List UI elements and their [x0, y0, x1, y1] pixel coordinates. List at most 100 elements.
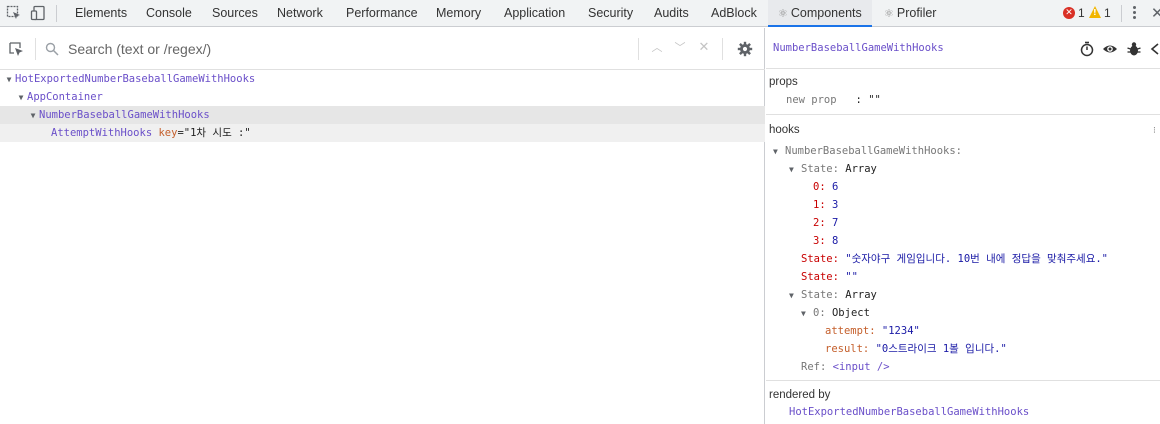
expand-arrow-icon[interactable]: ▼ — [789, 161, 801, 179]
error-count[interactable]: 1 — [1078, 6, 1085, 20]
tab-components-label: Components — [790, 6, 862, 20]
key-attribute-value: "1차 시도 :" — [183, 127, 251, 139]
state-value[interactable]: "숫자야구 게임입니다. 10번 내에 정답을 맞춰주세요." — [845, 253, 1108, 265]
clear-search-icon[interactable]: ✕ — [697, 41, 711, 55]
react-atom-icon: ⚛ — [778, 8, 788, 20]
array-item-row[interactable]: 1: 3 — [813, 196, 838, 214]
expand-arrow-icon[interactable]: ▼ — [773, 143, 785, 161]
section-divider — [766, 380, 1160, 381]
search-divider — [638, 38, 639, 60]
stopwatch-icon[interactable] — [1079, 41, 1095, 57]
array-item-row[interactable]: 2: 7 — [813, 214, 838, 232]
select-component-icon[interactable] — [8, 41, 24, 57]
new-prop-value[interactable]: : "" — [856, 94, 881, 106]
component-name: AppContainer — [27, 91, 103, 103]
hooks-section-title: hooks — [769, 124, 800, 136]
tab-sources[interactable]: Sources — [212, 0, 258, 27]
hook-owner-row[interactable]: ▼ NumberBaseballGameWithHooks: — [773, 142, 962, 160]
warning-mark: ! — [1093, 8, 1097, 17]
view-source-icon[interactable] — [1149, 41, 1160, 57]
tab-application[interactable]: Application — [504, 0, 565, 27]
key-attribute-label: key — [158, 127, 178, 139]
previous-result-icon[interactable]: ︿ — [650, 41, 664, 55]
tab-profiler[interactable]: ⚛ Profiler — [884, 0, 936, 27]
tab-adblock[interactable]: AdBlock — [711, 0, 757, 27]
next-result-icon[interactable]: ﹀ — [673, 41, 687, 55]
tab-elements[interactable]: Elements — [75, 0, 127, 27]
attempt-row[interactable]: attempt: "1234" — [825, 322, 920, 340]
inspect-element-icon[interactable] — [6, 5, 22, 21]
close-devtools-icon[interactable]: ✕ — [1151, 4, 1160, 22]
result-value[interactable]: "0스트라이크 1볼 입니다." — [876, 343, 1007, 355]
state-string-row[interactable]: State: "숫자야구 게임입니다. 10번 내에 정답을 맞춰주세요." — [801, 250, 1108, 268]
tab-network[interactable]: Network — [277, 0, 323, 27]
inspector-header: NumberBaseballGameWithHooks — [766, 28, 1160, 69]
props-section-title: props — [769, 76, 798, 88]
array-value[interactable]: 6 — [832, 181, 838, 193]
tab-memory[interactable]: Memory — [436, 0, 481, 27]
result-row[interactable]: result: "0스트라이크 1볼 입니다." — [825, 340, 1007, 358]
attempt-value[interactable]: "1234" — [882, 325, 920, 337]
tab-audits[interactable]: Audits — [654, 0, 689, 27]
tree-search-bar: ︿ ﹀ ✕ — [0, 28, 765, 70]
array-item-row[interactable]: 3: 8 — [813, 232, 838, 250]
search-icon — [45, 42, 59, 56]
ref-row[interactable]: Ref: <input /> — [801, 358, 890, 376]
bug-icon[interactable] — [1126, 41, 1142, 57]
array-item-row[interactable]: 0: 6 — [813, 178, 838, 196]
copy-hooks-icon[interactable]: ⁝ — [1153, 122, 1156, 140]
device-toolbar-icon[interactable] — [30, 5, 46, 21]
component-name: HotExportedNumberBaseballGameWithHooks — [15, 73, 256, 85]
state-label: State: — [801, 289, 839, 301]
more-options-icon[interactable] — [1133, 6, 1137, 22]
tab-profiler-label: Profiler — [896, 6, 937, 20]
new-prop-row[interactable]: new prop : "" — [786, 91, 881, 109]
array-value[interactable]: 7 — [832, 217, 838, 229]
component-tree: ▼ HotExportedNumberBaseballGameWithHooks … — [0, 70, 765, 142]
array-value[interactable]: 8 — [832, 235, 838, 247]
expand-arrow-icon[interactable]: ▼ — [789, 287, 801, 305]
expand-arrow-icon[interactable]: ▼ — [3, 71, 15, 89]
state-label: State: — [801, 271, 839, 283]
state-empty-row[interactable]: State: "" — [801, 268, 858, 286]
state-label: State: — [801, 253, 839, 265]
array-value[interactable]: 3 — [832, 199, 838, 211]
expand-arrow-icon[interactable]: ▼ — [27, 107, 39, 125]
new-prop-label[interactable]: new prop — [786, 94, 837, 106]
tree-row-attempt-with-hooks[interactable]: AttemptWithHooks key="1차 시도 :" — [0, 124, 765, 142]
expand-arrow-icon[interactable]: ▼ — [801, 305, 813, 323]
search-divider — [35, 38, 36, 60]
ref-label: Ref: — [801, 361, 827, 373]
toolbar-divider — [56, 5, 57, 22]
owner-component-name[interactable]: HotExportedNumberBaseballGameWithHooks — [789, 406, 1029, 418]
toolbar-divider — [1121, 5, 1122, 22]
expand-arrow-icon[interactable]: ▼ — [15, 89, 27, 107]
object-item-row[interactable]: ▼ 0: Object — [801, 304, 870, 322]
state-value[interactable]: "" — [845, 271, 858, 283]
object-type: Object — [831, 307, 870, 319]
array-index: 2: — [813, 217, 826, 229]
state-label: State: — [801, 163, 839, 175]
tab-components[interactable]: ⚛ Components — [768, 0, 872, 27]
rendered-by-owner[interactable]: HotExportedNumberBaseballGameWithHooks — [789, 403, 1029, 421]
eye-icon[interactable] — [1102, 41, 1118, 57]
error-icon[interactable]: ✕ — [1063, 7, 1075, 19]
ref-value[interactable]: <input /> — [833, 361, 890, 373]
tab-security[interactable]: Security — [588, 0, 633, 27]
rendered-by-title: rendered by — [769, 389, 831, 401]
component-name: NumberBaseballGameWithHooks — [39, 109, 210, 121]
tree-row-hot-exported[interactable]: ▼ HotExportedNumberBaseballGameWithHooks — [0, 70, 765, 88]
tab-performance[interactable]: Performance — [346, 0, 418, 27]
hook-owner-name: NumberBaseballGameWithHooks: — [785, 145, 963, 157]
tab-console[interactable]: Console — [146, 0, 192, 27]
gear-icon[interactable] — [737, 41, 753, 57]
warning-count[interactable]: 1 — [1104, 6, 1111, 20]
tree-row-number-baseball[interactable]: ▼ NumberBaseballGameWithHooks — [0, 106, 765, 124]
state-array-row[interactable]: ▼ State: Array — [789, 286, 877, 304]
tree-row-app-container[interactable]: ▼ AppContainer — [0, 88, 765, 106]
state-type: Array — [845, 163, 877, 175]
selected-component-title: NumberBaseballGameWithHooks — [773, 42, 944, 54]
search-input[interactable] — [68, 39, 628, 59]
state-array-row[interactable]: ▼ State: Array — [789, 160, 877, 178]
result-label: result: — [825, 343, 870, 355]
